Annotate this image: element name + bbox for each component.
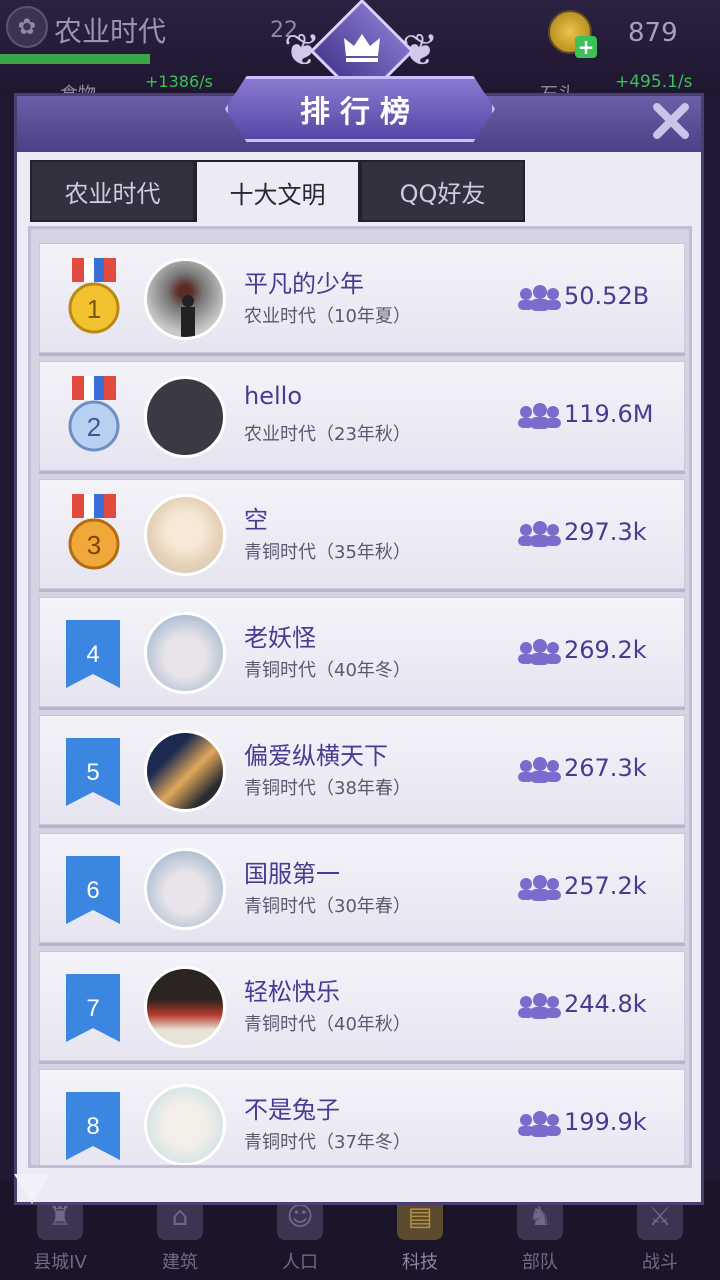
population-value: 244.8k [564,990,647,1018]
population-icon [518,285,561,311]
tab-qq-friends[interactable]: QQ好友 [360,160,525,222]
nav-label: 县城IV [33,1252,87,1273]
close-button[interactable] [650,100,692,142]
rank-number: 6 [86,877,99,904]
rank-number: 3 [87,530,101,560]
crown-icon [339,24,385,70]
progress-bar [0,54,150,64]
player-name: 不是兔子 [244,1096,340,1124]
player-era: 青铜时代（35年秋） [244,542,411,563]
rank-flag-icon: 6 [66,856,120,924]
rank-number: 5 [86,759,99,786]
population-icon [518,757,561,783]
rank-flag-icon: 5 [66,738,120,806]
avatar[interactable] [144,258,226,340]
population-value: 119.6M [564,400,654,428]
player-era: 青铜时代（38年春） [244,778,411,799]
rank-number: 2 [87,412,101,442]
ranking-row[interactable]: 7 轻松快乐 青铜时代（40年秋） 244.8k [39,951,685,1061]
add-coin-button[interactable]: + [575,35,597,59]
avatar[interactable] [144,730,226,812]
ranking-row[interactable]: 3 空 青铜时代（35年秋） 297.3k [39,479,685,589]
player-name: 轻松快乐 [244,978,340,1006]
ranking-row[interactable]: 4 老妖怪 青铜时代（40年冬） 269.2k [39,597,685,707]
player-name: hello [244,382,302,410]
player-era: 青铜时代（30年春） [244,896,411,917]
ranking-list[interactable]: 1 平凡的少年 农业时代（10年夏） 50.52B 2 hello 农业时代（2… [28,226,692,1168]
era-title: 农业时代 [54,15,167,48]
nav-label: 科技 [402,1252,438,1273]
silver-medal-icon: 2 [68,376,120,452]
rank-number: 7 [86,995,99,1022]
rank-number: 1 [87,294,101,324]
coin-count: 879 [628,18,678,48]
player-name: 空 [244,506,268,534]
player-name: 偏爱纵横天下 [244,742,388,770]
player-era: 青铜时代（37年冬） [244,1132,411,1153]
wheat-icon[interactable]: ✿ [6,6,48,48]
food-rate: +1386/s [145,72,213,91]
tab-top-ten-civilizations[interactable]: 十大文明 [195,160,360,222]
close-icon [653,103,689,139]
population-value: 297.3k [564,518,647,546]
player-era: 青铜时代（40年秋） [244,1014,411,1035]
nav-label: 部队 [522,1252,558,1273]
tab-bar: 农业时代 十大文明 QQ好友 [30,160,525,222]
avatar[interactable] [144,494,226,576]
bronze-medal-icon: 3 [68,494,120,570]
player-era: 农业时代（23年秋） [244,424,411,445]
population-value: 267.3k [564,754,647,782]
player-era: 青铜时代（40年冬） [244,660,411,681]
population-value: 269.2k [564,636,647,664]
ranking-row[interactable]: 5 偏爱纵横天下 青铜时代（38年春） 267.3k [39,715,685,825]
population-value: 50.52B [564,282,650,310]
avatar[interactable] [144,848,226,930]
player-name: 平凡的少年 [244,270,364,298]
ranking-row[interactable]: 1 平凡的少年 农业时代（10年夏） 50.52B [39,243,685,353]
avatar[interactable] [144,612,226,694]
ranking-row[interactable]: 2 hello 农业时代（23年秋） 119.6M [39,361,685,471]
population-icon [518,1111,561,1137]
gold-medal-icon: 1 [68,258,120,334]
player-era: 农业时代（10年夏） [244,306,411,327]
rank-flag-icon: 8 [66,1092,120,1160]
modal-title: 排行榜 [225,76,495,142]
stone-rate: +495.1/s [615,72,693,92]
avatar[interactable] [144,966,226,1048]
ranking-row[interactable]: 8 不是兔子 青铜时代（37年冬） 199.9k [39,1069,685,1165]
population-value: 199.9k [564,1108,647,1136]
avatar[interactable] [144,376,226,458]
ranking-row[interactable]: 6 国服第一 青铜时代（30年春） 257.2k [39,833,685,943]
population-icon [518,521,561,547]
player-name: 老妖怪 [244,624,316,652]
avatar[interactable] [144,1084,226,1165]
rank-flag-icon: 4 [66,620,120,688]
population-icon [518,639,561,665]
nav-label: 建筑 [162,1252,198,1273]
rank-number: 8 [86,1113,99,1140]
population-icon [518,993,561,1019]
rank-flag-icon: 7 [66,974,120,1042]
population-icon [518,403,561,429]
player-name: 国服第一 [244,860,340,888]
tab-agricultural-age[interactable]: 农业时代 [30,160,195,222]
nav-label: 人口 [282,1252,318,1273]
rank-number: 4 [86,641,99,668]
population-value: 257.2k [564,872,647,900]
population-icon [518,875,561,901]
nav-label: 战斗 [642,1252,678,1273]
